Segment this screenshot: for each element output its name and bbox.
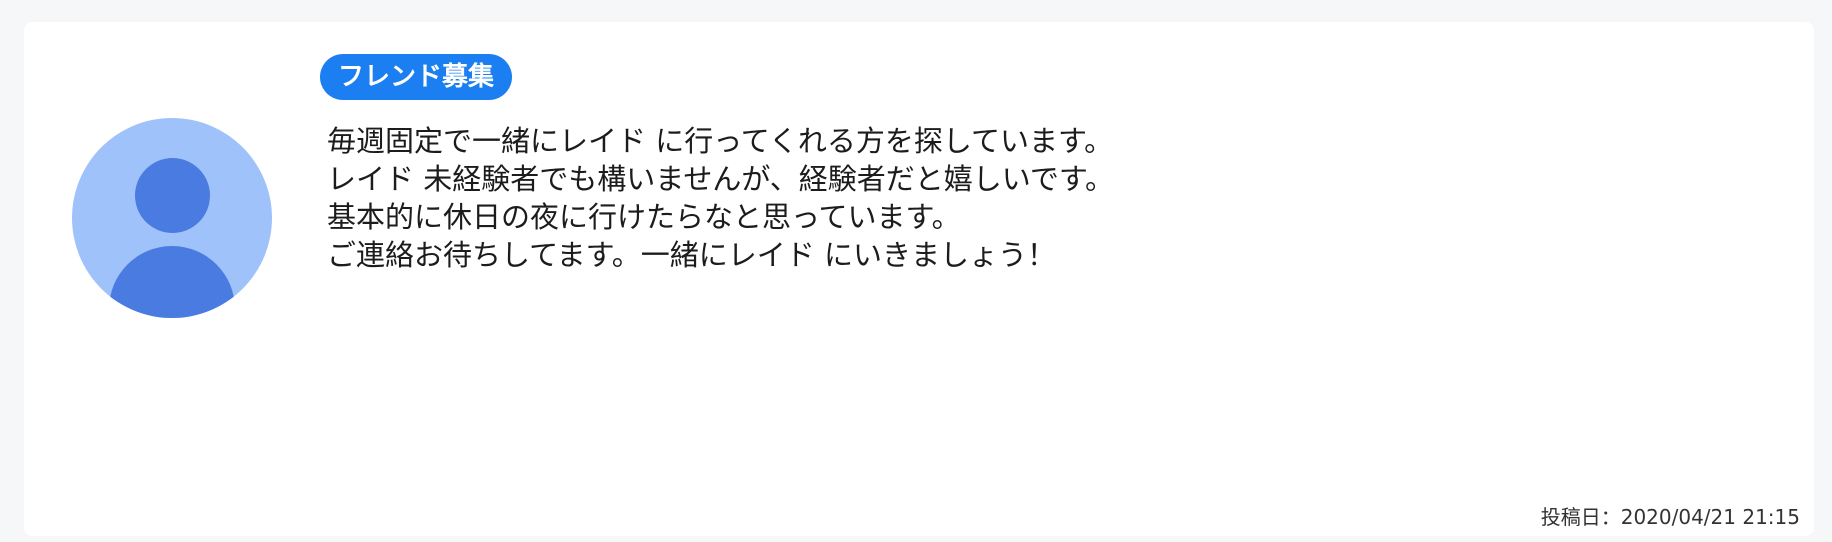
posted-date: 投稿日：2020/04/21 21:15 — [1540, 505, 1800, 529]
message-line: 基本的に休日の夜に行けたらなと思っています。 — [327, 200, 961, 234]
message-line: レイド 未経験者でも構いませんが、経験者だと嬉しいです。 — [327, 162, 1114, 196]
post-message: 毎週固定で一緒にレイド に行ってくれる方を探しています。 レイド 未経験者でも構… — [327, 122, 1327, 274]
message-line: 毎週固定で一緒にレイド に行ってくれる方を探しています。 — [327, 124, 1114, 158]
post-card: フレンド募集 毎週固定で一緒にレイド に行ってくれる方を探しています。 レイド … — [24, 22, 1814, 536]
avatar[interactable] — [72, 118, 272, 318]
user-icon-head — [135, 158, 210, 233]
user-icon-body — [109, 246, 235, 318]
category-badge: フレンド募集 — [320, 54, 513, 100]
message-line: ご連絡お待ちしてます。一緒にレイド にいきましょう！ — [327, 238, 1056, 272]
